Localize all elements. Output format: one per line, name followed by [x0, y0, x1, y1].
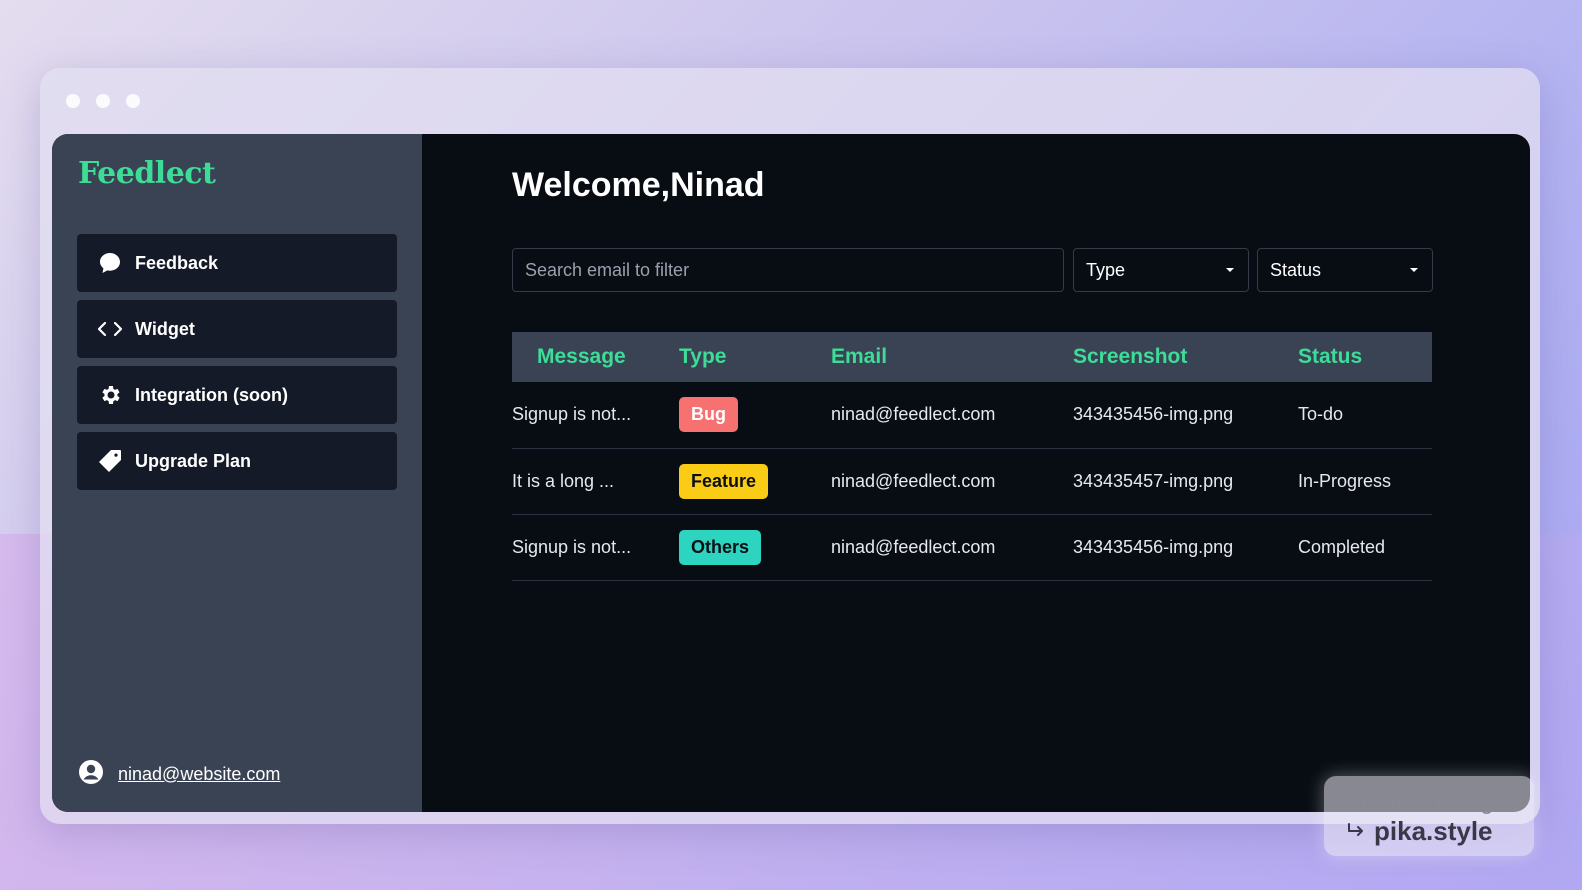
search-input[interactable]	[512, 248, 1064, 292]
cell-screenshot[interactable]: 343435456-img.png	[1073, 514, 1298, 580]
pika-watermark[interactable]: Created using pika.style	[1324, 776, 1534, 856]
cell-status: In-Progress	[1298, 470, 1392, 491]
window-dot-close[interactable]	[66, 94, 80, 108]
sidebar-item-label: Feedback	[135, 252, 219, 273]
cell-message: It is a long ...	[512, 470, 615, 491]
feedback-table: Message Type Email Screenshot Status Sig…	[512, 332, 1432, 581]
cell-status: To-do	[1298, 404, 1344, 425]
cell-message: Signup is not...	[512, 404, 632, 425]
sidebar-item-label: Widget	[135, 318, 195, 339]
column-header-message[interactable]: Message	[512, 332, 679, 382]
type-badge: Feature	[679, 463, 769, 499]
column-header-type[interactable]: Type	[679, 332, 831, 382]
sidebar-item-integration[interactable]: Integration (soon)	[77, 366, 397, 424]
column-header-status[interactable]: Status	[1298, 332, 1432, 382]
cell-email: ninad@feedlect.com	[831, 470, 996, 491]
gear-icon	[97, 382, 123, 408]
chevron-down-icon	[1226, 268, 1234, 272]
page-title: Welcome,Ninad	[512, 166, 765, 204]
chevron-down-icon	[1410, 268, 1418, 272]
sidebar: Feedlect Feedback Widget Integration (so…	[52, 134, 422, 812]
table-row[interactable]: It is a long ... Feature ninad@feedlect.…	[512, 448, 1432, 514]
cell-type: Feature	[679, 448, 831, 514]
sidebar-item-label: Upgrade Plan	[135, 450, 252, 471]
column-header-email[interactable]: Email	[831, 332, 1073, 382]
sidebar-nav: Feedback Widget Integration (soon) Upgra…	[77, 234, 397, 498]
watermark-line2: pika.style	[1344, 816, 1514, 847]
chat-bubble-icon	[97, 250, 123, 276]
cell-screenshot[interactable]: 343435456-img.png	[1073, 382, 1298, 448]
column-header-screenshot[interactable]: Screenshot	[1073, 332, 1298, 382]
main-content: Welcome,Ninad Type Status Message Type	[422, 134, 1530, 812]
type-filter-dropdown[interactable]: Type	[1073, 248, 1249, 292]
table-row[interactable]: Signup is not... Others ninad@feedlect.c…	[512, 514, 1432, 580]
cell-screenshot[interactable]: 343435457-img.png	[1073, 448, 1298, 514]
sidebar-item-widget[interactable]: Widget	[77, 300, 397, 358]
tag-icon	[97, 448, 123, 474]
sidebar-item-upgrade[interactable]: Upgrade Plan	[77, 432, 397, 490]
watermark-brand: pika.style	[1374, 816, 1493, 846]
user-account: ninad@website.com	[78, 759, 280, 790]
cell-message: Signup is not...	[512, 536, 632, 557]
cell-email: ninad@feedlect.com	[831, 404, 996, 425]
app-window: Feedlect Feedback Widget Integration (so…	[52, 134, 1530, 812]
cell-type: Others	[679, 514, 831, 580]
cell-email: ninad@feedlect.com	[831, 536, 996, 557]
type-badge: Bug	[679, 397, 738, 433]
user-circle-icon	[78, 759, 104, 790]
cell-status: Completed	[1298, 536, 1386, 557]
cell-type: Bug	[679, 382, 831, 448]
window-dot-maximize[interactable]	[126, 94, 140, 108]
window-dot-minimize[interactable]	[96, 94, 110, 108]
type-filter-label: Type	[1086, 259, 1126, 280]
type-badge: Others	[679, 529, 762, 565]
status-filter-dropdown[interactable]: Status	[1257, 248, 1433, 292]
table-header-row: Message Type Email Screenshot Status	[512, 332, 1432, 382]
code-brackets-icon	[97, 316, 123, 342]
window-frame: Feedlect Feedback Widget Integration (so…	[40, 68, 1540, 824]
sidebar-item-label: Integration (soon)	[135, 384, 288, 405]
user-email-link[interactable]: ninad@website.com	[118, 764, 280, 785]
table-row[interactable]: Signup is not... Bug ninad@feedlect.com …	[512, 382, 1432, 448]
sidebar-item-feedback[interactable]: Feedback	[77, 234, 397, 292]
watermark-line1: Created using	[1344, 788, 1494, 815]
status-filter-label: Status	[1270, 259, 1322, 280]
return-arrow-icon	[1346, 816, 1366, 847]
brand-logo: Feedlect	[78, 156, 216, 191]
